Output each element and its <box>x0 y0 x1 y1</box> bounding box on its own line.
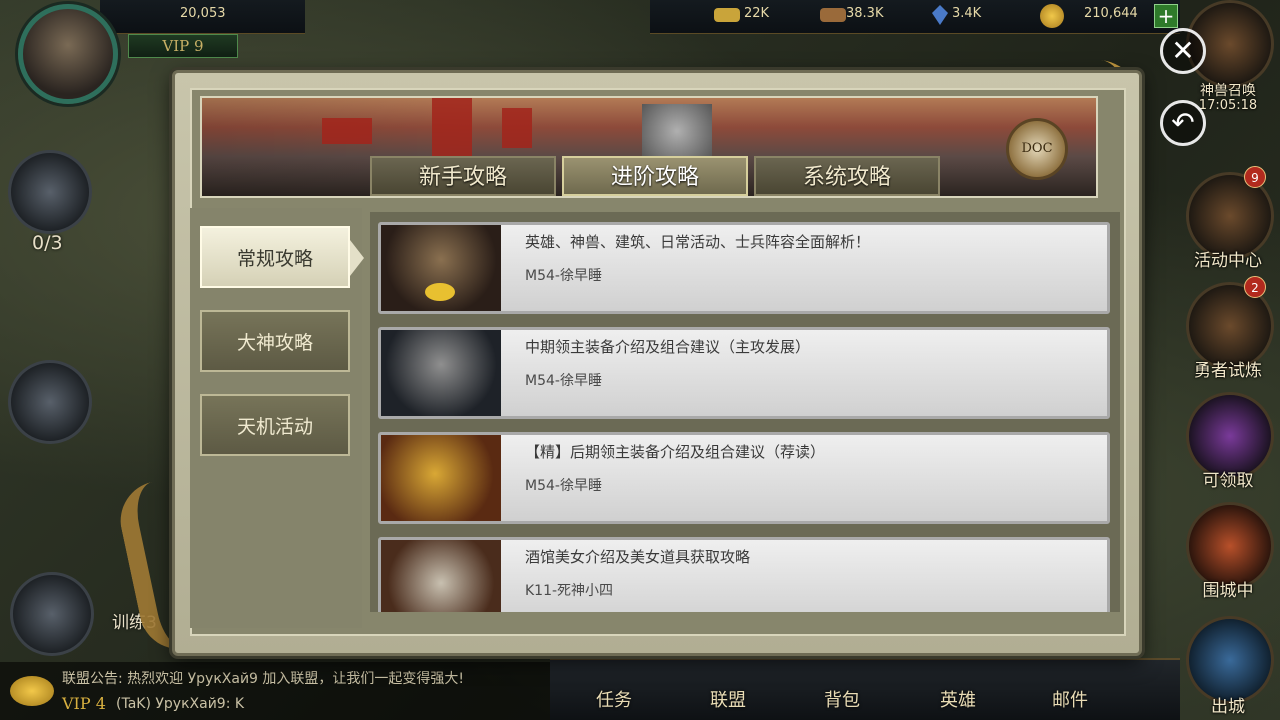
guide-thumbnail <box>381 435 501 521</box>
vip-badge[interactable]: VIP 9 <box>128 34 238 58</box>
close-icon: ✕ <box>1171 34 1195 67</box>
activity-center-label: 活动中心 <box>1194 251 1262 271</box>
guide-title: 【精】后期领主装备介绍及组合建议（荐读） <box>525 443 826 461</box>
versus-button[interactable] <box>8 360 92 444</box>
guide-title: 英雄、神兽、建筑、日常活动、士兵阵容全面解析！ <box>525 233 871 251</box>
player-avatar[interactable] <box>18 4 118 104</box>
tab-system[interactable]: 系统攻略 <box>754 156 940 196</box>
chat-bubble-icon <box>10 676 54 706</box>
nav-alliance[interactable]: 联盟 <box>688 686 768 712</box>
hero-trial-badge: 2 <box>1244 276 1266 298</box>
nav-backpack[interactable]: 背包 <box>802 686 882 712</box>
building-button[interactable] <box>8 150 92 234</box>
list-item[interactable]: 【精】后期领主装备介绍及组合建议（荐读） M54-徐早睡 <box>378 432 1110 524</box>
nav-heroes[interactable]: 英雄 <box>918 686 998 712</box>
claimable-label: 可领取 <box>1202 471 1254 491</box>
siege-label: 围城中 <box>1202 581 1254 601</box>
gold-value: 210,644 <box>1084 6 1138 21</box>
chat-line-2: (TaK) УрукХай9: K <box>116 696 245 712</box>
list-item[interactable]: 英雄、神兽、建筑、日常活动、士兵阵容全面解析！ M54-徐早睡 <box>378 222 1110 314</box>
guide-thumbnail <box>381 225 501 311</box>
close-button[interactable]: ✕ <box>1160 28 1206 74</box>
guide-thumbnail <box>381 540 501 612</box>
chat-panel[interactable]: 联盟公告: 热烈欢迎 УрукХай9 加入联盟，让我们一起变得强大! VIP … <box>0 662 550 720</box>
add-gold-button[interactable]: + <box>1154 4 1178 28</box>
leave-city-label: 出城 <box>1211 697 1245 717</box>
food-icon <box>714 8 740 22</box>
chat-vip: VIP 4 <box>62 694 106 713</box>
guide-list[interactable]: 英雄、神兽、建筑、日常活动、士兵阵容全面解析！ M54-徐早睡 中期领主装备介绍… <box>370 212 1120 612</box>
guide-title: 酒馆美女介绍及美女道具获取攻略 <box>525 548 751 566</box>
guide-title: 中期领主装备介绍及组合建议（主攻发展） <box>525 338 811 356</box>
list-item[interactable]: 中期领主装备介绍及组合建议（主攻发展） M54-徐早睡 <box>378 327 1110 419</box>
back-arrow-icon: ↶ <box>1171 106 1195 139</box>
building-counter: 0/3 <box>32 232 63 254</box>
troops-button[interactable] <box>10 572 94 656</box>
list-item[interactable]: 酒馆美女介绍及美女道具获取攻略 K11-死神小四 <box>378 537 1110 612</box>
guide-author: M54-徐早睡 <box>525 478 602 494</box>
nav-quests[interactable]: 任务 <box>574 686 654 712</box>
hero-trial-label: 勇者试炼 <box>1194 361 1262 381</box>
leave-city-button[interactable] <box>1186 616 1274 704</box>
side-tab-expert[interactable]: 大神攻略 <box>200 310 350 372</box>
tab-advanced[interactable]: 进阶攻略 <box>562 156 748 196</box>
summon-beast-label: 神兽召唤 <box>1200 83 1256 99</box>
food-value: 22K <box>744 6 770 21</box>
gold-coin-icon <box>1040 4 1064 28</box>
guide-author: M54-徐早睡 <box>525 373 602 389</box>
back-button[interactable]: ↶ <box>1160 100 1206 146</box>
wood-icon <box>820 8 846 22</box>
crystal-value: 3.4K <box>952 6 982 21</box>
side-tab-general[interactable]: 常规攻略 <box>200 226 364 288</box>
wood-value: 38.3K <box>846 6 884 21</box>
guide-thumbnail <box>381 330 501 416</box>
activity-badge: 9 <box>1244 166 1266 188</box>
power-value: 20,053 <box>180 6 226 21</box>
guide-author: M54-徐早睡 <box>525 268 602 284</box>
nav-mail[interactable]: 邮件 <box>1030 686 1110 712</box>
side-tab-events[interactable]: 天机活动 <box>200 394 350 456</box>
tab-beginner[interactable]: 新手攻略 <box>370 156 556 196</box>
guide-author: K11-死神小四 <box>525 583 614 599</box>
chat-line-1: 联盟公告: 热烈欢迎 УрукХай9 加入联盟，让我们一起变得强大! <box>62 671 465 687</box>
doc-label: DOC <box>1021 141 1053 156</box>
document-icon[interactable]: DOC <box>1006 118 1068 180</box>
